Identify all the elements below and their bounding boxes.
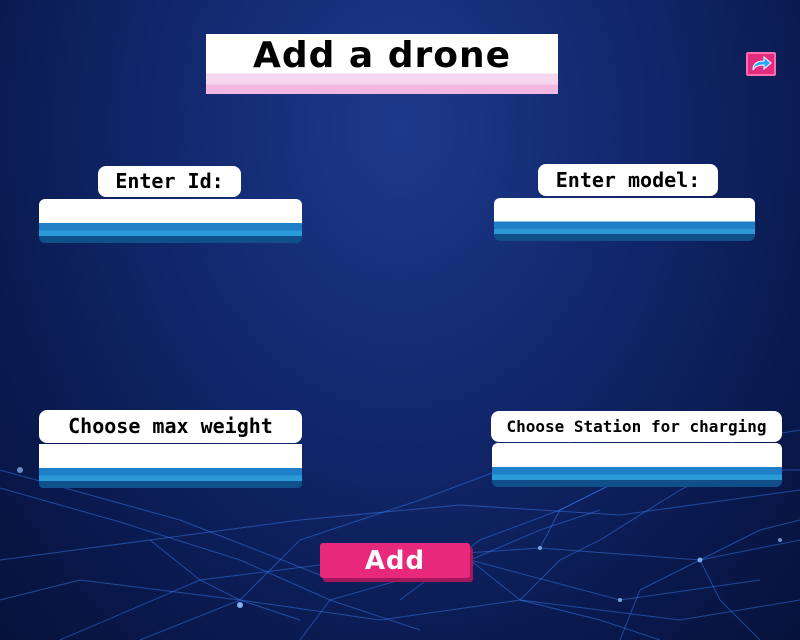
model-label: Enter model:: [538, 164, 718, 196]
id-input[interactable]: [39, 199, 302, 243]
id-label: Enter Id:: [98, 166, 241, 197]
title-banner: Add a drone: [206, 34, 558, 94]
charging-station-label: Choose Station for charging: [491, 411, 782, 442]
add-button[interactable]: Add: [320, 543, 470, 578]
model-input[interactable]: [494, 198, 755, 241]
redo-arrow-icon: [750, 55, 772, 74]
charging-station-select[interactable]: [492, 443, 782, 487]
page-title: Add a drone: [252, 35, 512, 76]
redo-button[interactable]: [746, 52, 776, 76]
max-weight-select[interactable]: [39, 444, 302, 488]
max-weight-label: Choose max weight: [39, 410, 302, 443]
